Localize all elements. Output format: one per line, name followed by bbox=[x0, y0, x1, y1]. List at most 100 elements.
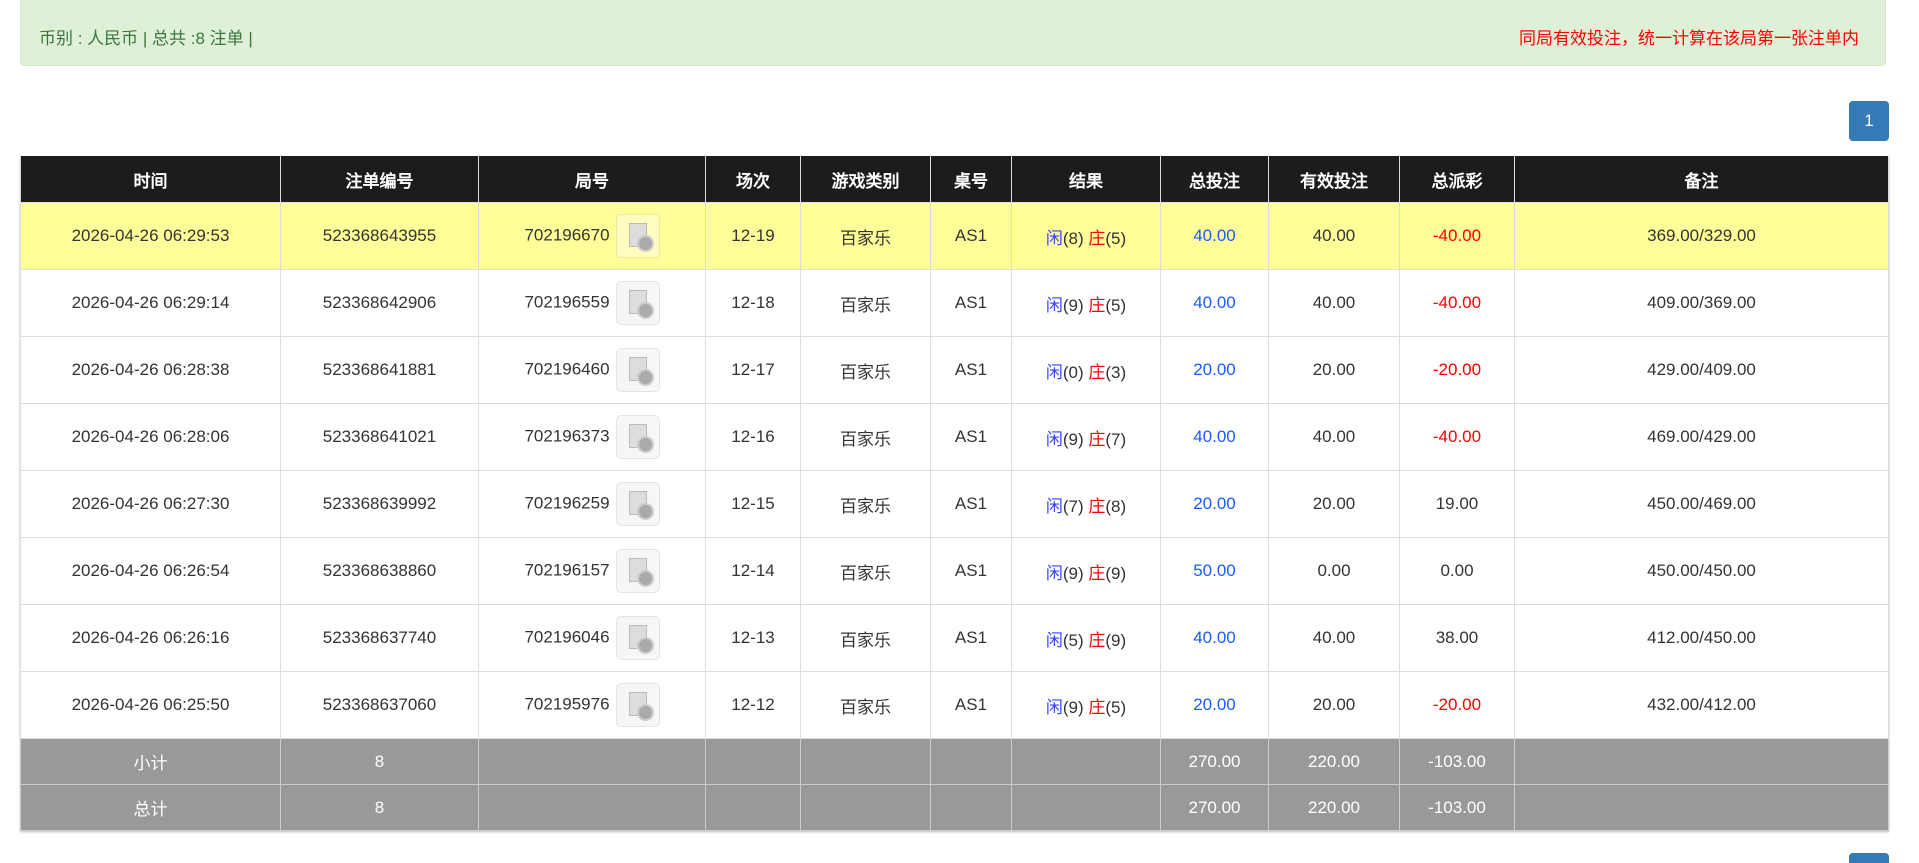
player-label: 闲 bbox=[1045, 630, 1063, 650]
player-score: (8) bbox=[1062, 228, 1084, 248]
banker-score: (9) bbox=[1105, 630, 1127, 650]
round-number: 702196670 bbox=[524, 225, 610, 245]
video-replay-icon[interactable] bbox=[615, 549, 660, 593]
valid-bet-cell: 20.00 bbox=[1268, 336, 1400, 404]
payout-cell: -40.00 bbox=[1399, 202, 1515, 270]
column-header: 时间 bbox=[20, 156, 281, 203]
player-score: (5) bbox=[1062, 630, 1084, 650]
session-cell: 12-16 bbox=[705, 403, 801, 471]
result-cell: 闲(9) 庄(5) bbox=[1011, 671, 1161, 739]
player-label: 闲 bbox=[1045, 295, 1063, 315]
table-row: 2026-04-26 06:25:50 523368637060 7021959… bbox=[20, 671, 1889, 739]
round-number: 702195976 bbox=[524, 694, 610, 714]
player-score: (9) bbox=[1062, 429, 1084, 449]
valid-bet-cell: 20.00 bbox=[1268, 470, 1400, 538]
player-label: 闲 bbox=[1045, 697, 1063, 717]
payout-cell: -103.00 bbox=[1399, 784, 1515, 831]
label-cell: 总计 bbox=[20, 784, 281, 831]
total-bet-cell: 20.00 bbox=[1160, 336, 1269, 404]
pagination-bottom[interactable] bbox=[1849, 853, 1889, 863]
payout-cell: 0.00 bbox=[1399, 537, 1515, 605]
grandtotal-row: 总计 8 270.00 220.00 -103.00 bbox=[20, 784, 1889, 831]
video-replay-icon[interactable] bbox=[615, 281, 660, 325]
banker-score: (8) bbox=[1105, 496, 1127, 516]
valid-bet-cell: 40.00 bbox=[1268, 604, 1400, 672]
subtotal-row: 小计 8 270.00 220.00 -103.00 bbox=[20, 738, 1889, 785]
video-replay-icon[interactable] bbox=[615, 683, 660, 727]
time-cell: 2026-04-26 06:29:14 bbox=[20, 269, 281, 337]
video-replay-icon[interactable] bbox=[615, 482, 660, 526]
table-row: 2026-04-26 06:29:53 523368643955 7021966… bbox=[20, 202, 1889, 270]
time-cell: 2026-04-26 06:26:54 bbox=[20, 537, 281, 605]
result-cell: 闲(7) 庄(8) bbox=[1011, 470, 1161, 538]
player-score: (9) bbox=[1062, 563, 1084, 583]
payout-cell: -20.00 bbox=[1399, 336, 1515, 404]
column-header: 桌号 bbox=[930, 156, 1012, 203]
round-cell: 702195976 bbox=[478, 671, 706, 739]
round-cell: 702196157 bbox=[478, 537, 706, 605]
banker-label: 庄 bbox=[1088, 563, 1106, 583]
summary-text: 币别 : 人民币 | 总共 :8 注单 | bbox=[39, 29, 253, 48]
total-bet-cell: 20.00 bbox=[1160, 671, 1269, 739]
column-header: 场次 bbox=[705, 156, 801, 203]
column-header: 备注 bbox=[1514, 156, 1889, 203]
player-label: 闲 bbox=[1045, 362, 1063, 382]
valid-bet-cell: 0.00 bbox=[1268, 537, 1400, 605]
bet-id-cell: 523368642906 bbox=[280, 269, 479, 337]
pagination-page-1[interactable]: 1 bbox=[1849, 101, 1889, 141]
banker-label: 庄 bbox=[1088, 630, 1106, 650]
player-label: 闲 bbox=[1045, 563, 1063, 583]
session-cell: 12-19 bbox=[705, 202, 801, 270]
time-cell: 2026-04-26 06:29:53 bbox=[20, 202, 281, 270]
player-score: (9) bbox=[1062, 697, 1084, 717]
session-cell: 12-17 bbox=[705, 336, 801, 404]
valid-bet-cell: 20.00 bbox=[1268, 671, 1400, 739]
note-cell: 429.00/409.00 bbox=[1514, 336, 1889, 404]
total-bet-cell: 270.00 bbox=[1160, 784, 1269, 831]
note-cell: 412.00/450.00 bbox=[1514, 604, 1889, 672]
video-replay-icon[interactable] bbox=[615, 616, 660, 660]
round-number: 702196157 bbox=[524, 560, 610, 580]
video-replay-icon[interactable] bbox=[615, 415, 660, 459]
banker-score: (5) bbox=[1105, 697, 1127, 717]
player-score: (7) bbox=[1062, 496, 1084, 516]
table-row: 2026-04-26 06:26:16 523368637740 7021960… bbox=[20, 604, 1889, 672]
total-bet-cell: 20.00 bbox=[1160, 470, 1269, 538]
result-cell: 闲(8) 庄(5) bbox=[1011, 202, 1161, 270]
round-cell: 702196373 bbox=[478, 403, 706, 471]
game-cell: 百家乐 bbox=[800, 269, 931, 337]
session-cell: 12-12 bbox=[705, 671, 801, 739]
banker-label: 庄 bbox=[1088, 362, 1106, 382]
table-row: 2026-04-26 06:28:38 523368641881 7021964… bbox=[20, 336, 1889, 404]
valid-bet-cell: 220.00 bbox=[1268, 738, 1400, 785]
round-cell: 702196259 bbox=[478, 470, 706, 538]
note-cell: 409.00/369.00 bbox=[1514, 269, 1889, 337]
table-cell: AS1 bbox=[930, 336, 1012, 404]
time-cell: 2026-04-26 06:28:38 bbox=[20, 336, 281, 404]
table-cell: AS1 bbox=[930, 403, 1012, 471]
payout-cell: -40.00 bbox=[1399, 269, 1515, 337]
column-header: 总派彩 bbox=[1399, 156, 1515, 203]
table-cell: AS1 bbox=[930, 537, 1012, 605]
table-row: 2026-04-26 06:28:06 523368641021 7021963… bbox=[20, 403, 1889, 471]
result-cell: 闲(0) 庄(3) bbox=[1011, 336, 1161, 404]
banker-score: (5) bbox=[1105, 295, 1127, 315]
bet-id-cell: 523368641881 bbox=[280, 336, 479, 404]
table-cell: AS1 bbox=[930, 202, 1012, 270]
video-replay-icon[interactable] bbox=[615, 214, 660, 258]
session-cell: 12-15 bbox=[705, 470, 801, 538]
round-number: 702196046 bbox=[524, 627, 610, 647]
bet-id-cell: 523368637740 bbox=[280, 604, 479, 672]
time-cell: 2026-04-26 06:25:50 bbox=[20, 671, 281, 739]
count-cell: 8 bbox=[280, 784, 479, 831]
video-replay-icon[interactable] bbox=[615, 348, 660, 392]
table-cell: AS1 bbox=[930, 269, 1012, 337]
total-bet-cell: 40.00 bbox=[1160, 202, 1269, 270]
banker-label: 庄 bbox=[1088, 697, 1106, 717]
player-label: 闲 bbox=[1045, 228, 1063, 248]
valid-bet-cell: 40.00 bbox=[1268, 403, 1400, 471]
column-header: 局号 bbox=[478, 156, 706, 203]
session-cell: 12-18 bbox=[705, 269, 801, 337]
game-cell: 百家乐 bbox=[800, 537, 931, 605]
bet-id-cell: 523368641021 bbox=[280, 403, 479, 471]
